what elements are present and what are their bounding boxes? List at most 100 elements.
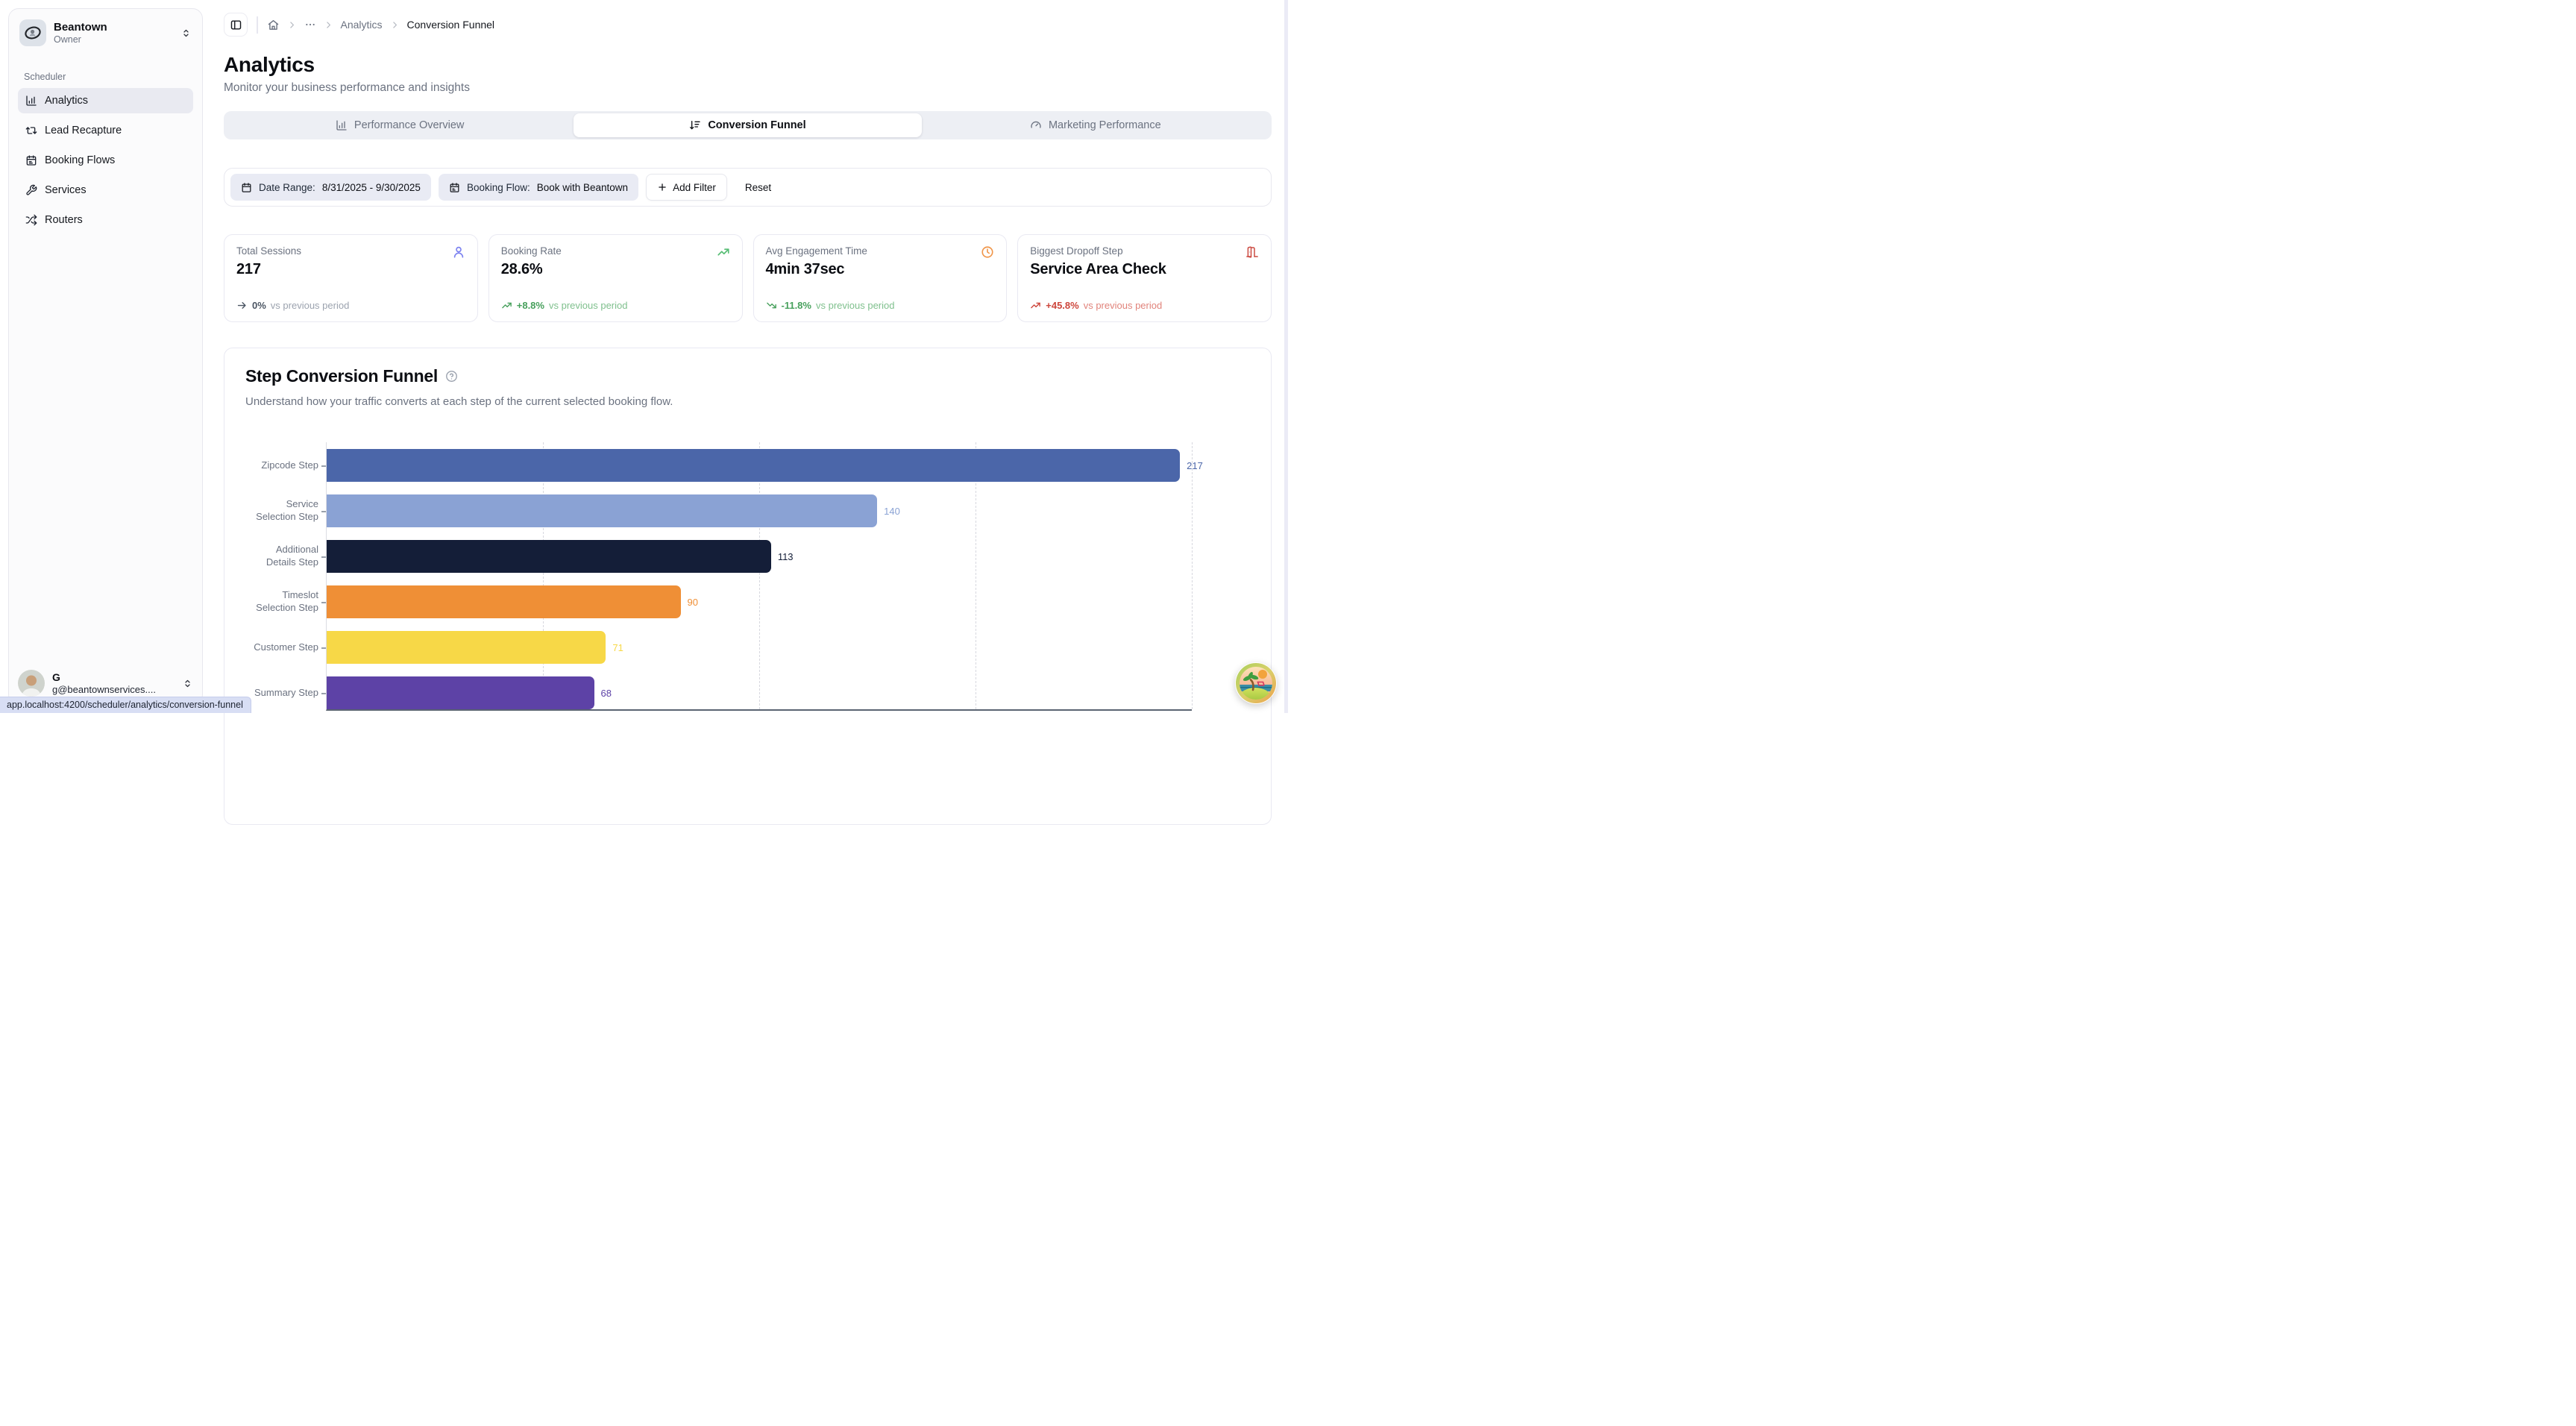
step-conversion-funnel-card: Step Conversion Funnel Understand how yo… [224, 348, 1272, 825]
funnel-bar[interactable] [327, 631, 606, 664]
stat-card-total-sessions: Total Sessions 217 0% vs previous period [224, 234, 478, 322]
sidebar: Beantown Owner Scheduler Analytics Lead … [8, 8, 203, 705]
sidebar-item-routers[interactable]: Routers [18, 207, 193, 233]
stat-label: Biggest Dropoff Step [1030, 245, 1122, 257]
delta-suffix: vs previous period [1084, 300, 1163, 311]
stat-label: Avg Engagement Time [766, 245, 867, 257]
filter-label: Booking Flow: [467, 182, 530, 193]
funnel-plot: 217 140 113 90 71 68 [326, 442, 1192, 711]
stat-value: 217 [236, 261, 465, 278]
stat-label: Total Sessions [236, 245, 301, 257]
breadcrumb-ellipsis-icon[interactable] [304, 19, 316, 31]
add-filter-label: Add Filter [673, 182, 716, 193]
sidebar-item-label: Lead Recapture [45, 125, 122, 136]
tab-conversion-funnel[interactable]: Conversion Funnel [574, 113, 921, 137]
tab-performance-overview[interactable]: Performance Overview [226, 113, 574, 137]
stat-label: Booking Rate [501, 245, 562, 257]
clock-icon [981, 245, 994, 259]
sidebar-toggle-button[interactable] [224, 13, 248, 37]
scrollbar[interactable] [1284, 0, 1288, 713]
delta-percent: -11.8% [782, 300, 811, 311]
stat-value: 28.6% [501, 261, 730, 278]
sidebar-item-label: Analytics [45, 95, 88, 107]
panel-left-icon [230, 19, 242, 31]
workspace-logo [19, 19, 46, 46]
gridline [1192, 442, 1193, 709]
arrow-right-icon [236, 300, 248, 311]
calendar-icon [25, 154, 37, 166]
chevrons-up-down-icon [182, 678, 193, 689]
funnel-chart: Zipcode StepService Selection StepAdditi… [245, 442, 1250, 711]
funnel-bar[interactable] [327, 449, 1180, 482]
funnel-bar-value: 113 [778, 551, 794, 562]
reset-filters-button[interactable]: Reset [741, 181, 776, 194]
user-name: G [52, 671, 156, 684]
arrow-down-wide-narrow-icon [689, 119, 701, 131]
filter-bar: Date Range: 8/31/2025 - 9/30/2025 Bookin… [224, 168, 1272, 207]
sidebar-section-label: Scheduler [24, 72, 193, 82]
home-icon[interactable] [267, 19, 280, 31]
stat-card-biggest-dropoff-step: Biggest Dropoff Step Service Area Check … [1017, 234, 1272, 322]
booking-flow-filter[interactable]: Booking Flow: Book with Beantown [439, 174, 638, 201]
funnel-bar[interactable] [327, 494, 877, 527]
chevrons-up-down-icon [180, 28, 192, 39]
stat-value: 4min 37sec [766, 261, 995, 278]
sidebar-nav: Analytics Lead Recapture Booking Flows S… [18, 88, 193, 233]
funnel-row: 113 [327, 540, 1192, 573]
door-open-icon [1245, 245, 1259, 259]
date-range-filter[interactable]: Date Range: 8/31/2025 - 9/30/2025 [230, 174, 431, 201]
funnel-row: 71 [327, 631, 1192, 664]
tab-marketing-performance[interactable]: Marketing Performance [922, 113, 1269, 137]
breadcrumb-link-analytics[interactable]: Analytics [341, 19, 383, 31]
page-title: Analytics [224, 53, 1272, 77]
funnel-bar[interactable] [327, 540, 771, 573]
chevron-right-icon [324, 20, 333, 30]
funnel-category-label: Timeslot Selection Step [245, 585, 326, 618]
avatar [18, 670, 45, 697]
sidebar-item-analytics[interactable]: Analytics [18, 88, 193, 113]
funnel-labels: Zipcode StepService Selection StepAdditi… [245, 442, 326, 709]
workspace-switcher[interactable]: Beantown Owner [18, 18, 193, 48]
stat-card-avg-engagement-time: Avg Engagement Time 4min 37sec -11.8% vs… [753, 234, 1008, 322]
calendar-icon [241, 182, 252, 193]
shuffle-icon [25, 214, 37, 226]
funnel-category-label: Additional Details Step [245, 540, 326, 573]
sidebar-item-lead-recapture[interactable]: Lead Recapture [18, 118, 193, 143]
sidebar-item-label: Services [45, 184, 87, 196]
funnel-bar-value: 90 [688, 597, 698, 608]
stat-delta: -11.8% vs previous period [766, 300, 995, 311]
user-menu[interactable]: G g@beantownservices.... [18, 670, 193, 697]
trending-up-icon [501, 300, 512, 311]
stat-cards: Total Sessions 217 0% vs previous period… [224, 234, 1272, 322]
circle-help-icon[interactable] [445, 370, 458, 383]
stat-delta: +8.8% vs previous period [501, 300, 730, 311]
sidebar-item-services[interactable]: Services [18, 178, 193, 203]
delta-percent: 0% [252, 300, 266, 311]
delta-suffix: vs previous period [816, 300, 895, 311]
chart-subtitle: Understand how your traffic converts at … [245, 395, 1250, 408]
breadcrumb: Analytics Conversion Funnel [224, 13, 1272, 37]
tropical-island-button[interactable] [1235, 662, 1277, 704]
funnel-bar[interactable] [327, 676, 594, 709]
add-filter-button[interactable]: Add Filter [646, 174, 727, 201]
repeat-icon [25, 125, 37, 136]
funnel-row: 217 [327, 449, 1192, 482]
delta-suffix: vs previous period [271, 300, 350, 311]
gauge-icon [1030, 119, 1042, 131]
workspace-role: Owner [54, 34, 107, 45]
delta-suffix: vs previous period [549, 300, 628, 311]
chart-column-icon [336, 119, 348, 131]
funnel-row: 68 [327, 676, 1192, 709]
analytics-tabs: Performance Overview Conversion Funnel M… [224, 111, 1272, 139]
sidebar-item-booking-flows[interactable]: Booking Flows [18, 148, 193, 173]
funnel-category-label: Zipcode Step [245, 449, 326, 482]
funnel-bar[interactable] [327, 585, 681, 618]
funnel-row: 140 [327, 494, 1192, 527]
funnel-category-label: Summary Step [245, 676, 326, 709]
funnel-bar-value: 68 [601, 688, 612, 699]
chevron-right-icon [390, 20, 400, 30]
user-email: g@beantownservices.... [52, 684, 156, 696]
filter-value: Book with Beantown [537, 182, 628, 193]
breadcrumb-divider [257, 16, 258, 34]
tab-label: Conversion Funnel [708, 119, 805, 131]
